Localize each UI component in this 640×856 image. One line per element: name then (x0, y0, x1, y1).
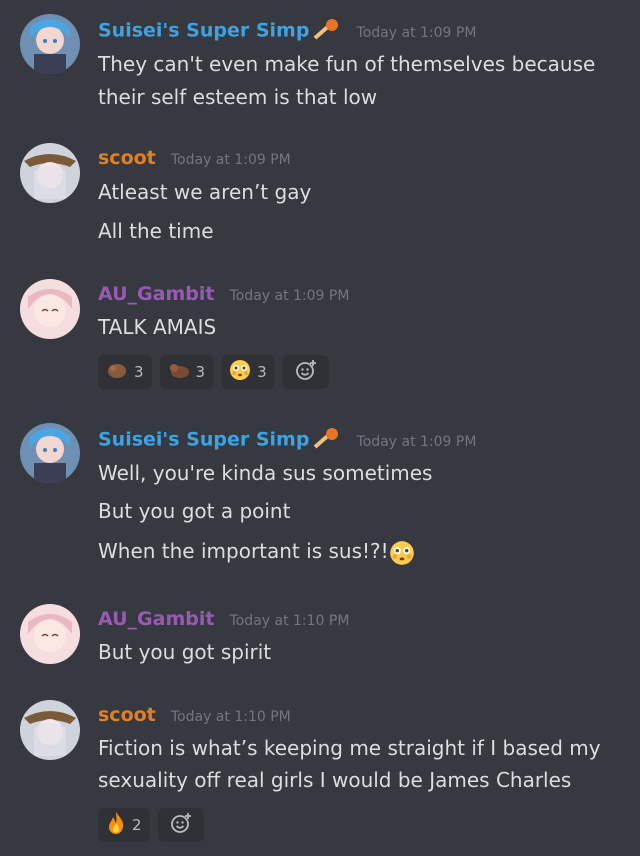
avatar-scoot[interactable] (20, 700, 80, 760)
author-name[interactable]: Suisei's Super Simp (98, 20, 309, 42)
reaction-button[interactable]: 3 (98, 355, 152, 389)
flushed-face-emoji-icon (389, 539, 415, 565)
timestamp: Today at 1:09 PM (170, 152, 291, 168)
message-line: sexuality off real girls I would be Jame… (98, 768, 572, 792)
comet-icon (311, 427, 341, 455)
custom-emoji-2-icon (168, 360, 190, 384)
add-reaction-icon (294, 358, 318, 386)
message-line: Atleast we aren’t gay (98, 180, 312, 204)
reaction-count: 3 (134, 363, 144, 381)
message-line: Well, you're kinda sus sometimes (98, 461, 433, 485)
timestamp: Today at 1:10 PM (170, 709, 291, 725)
avatar-suisei[interactable] (20, 14, 80, 74)
author-name[interactable]: AU_Gambit (98, 283, 214, 305)
message-line: They can't even make fun of themselves b… (98, 52, 596, 76)
add-reaction-button[interactable] (157, 808, 204, 842)
author-name[interactable]: scoot (98, 704, 156, 726)
message-line: But you got spirit (98, 640, 272, 664)
reaction-count: 3 (195, 363, 206, 381)
avatar-gambit[interactable] (20, 604, 80, 664)
avatar-gambit[interactable] (20, 279, 80, 339)
reactions-bar: 3 3 3 (98, 355, 329, 389)
avatar-suisei[interactable] (20, 423, 80, 483)
author-name[interactable]: scoot (98, 147, 156, 169)
fire-emoji-icon (106, 811, 126, 839)
timestamp: Today at 1:09 PM (356, 24, 477, 41)
flushed-face-emoji-icon (229, 359, 251, 385)
add-reaction-button[interactable] (282, 355, 329, 389)
custom-emoji-1-icon (106, 360, 128, 384)
message-text: When the important is sus!?! (98, 539, 389, 563)
timestamp: Today at 1:09 PM (356, 433, 477, 450)
reaction-count: 3 (257, 363, 267, 381)
reaction-button[interactable]: 2 (98, 808, 150, 842)
reaction-button[interactable]: 3 (221, 355, 275, 389)
reactions-bar: 2 (98, 808, 204, 842)
message-line: their self esteem is that low (98, 85, 378, 109)
reaction-button[interactable]: 3 (159, 355, 214, 389)
add-reaction-icon (169, 811, 193, 839)
timestamp: Today at 1:09 PM (229, 288, 350, 304)
message-line: All the time (98, 219, 214, 243)
message-line: But you got a point (98, 499, 291, 523)
comet-icon (311, 18, 341, 46)
avatar-scoot[interactable] (20, 143, 80, 203)
message-line: When the important is sus!?! (98, 539, 415, 566)
author-name[interactable]: AU_Gambit (98, 608, 214, 630)
timestamp: Today at 1:10 PM (229, 613, 350, 629)
author-name[interactable]: Suisei's Super Simp (98, 429, 309, 451)
message-line: Fiction is what’s keeping me straight if… (98, 736, 601, 760)
message-line: TALK AMAIS (98, 315, 217, 339)
reaction-count: 2 (132, 816, 142, 834)
